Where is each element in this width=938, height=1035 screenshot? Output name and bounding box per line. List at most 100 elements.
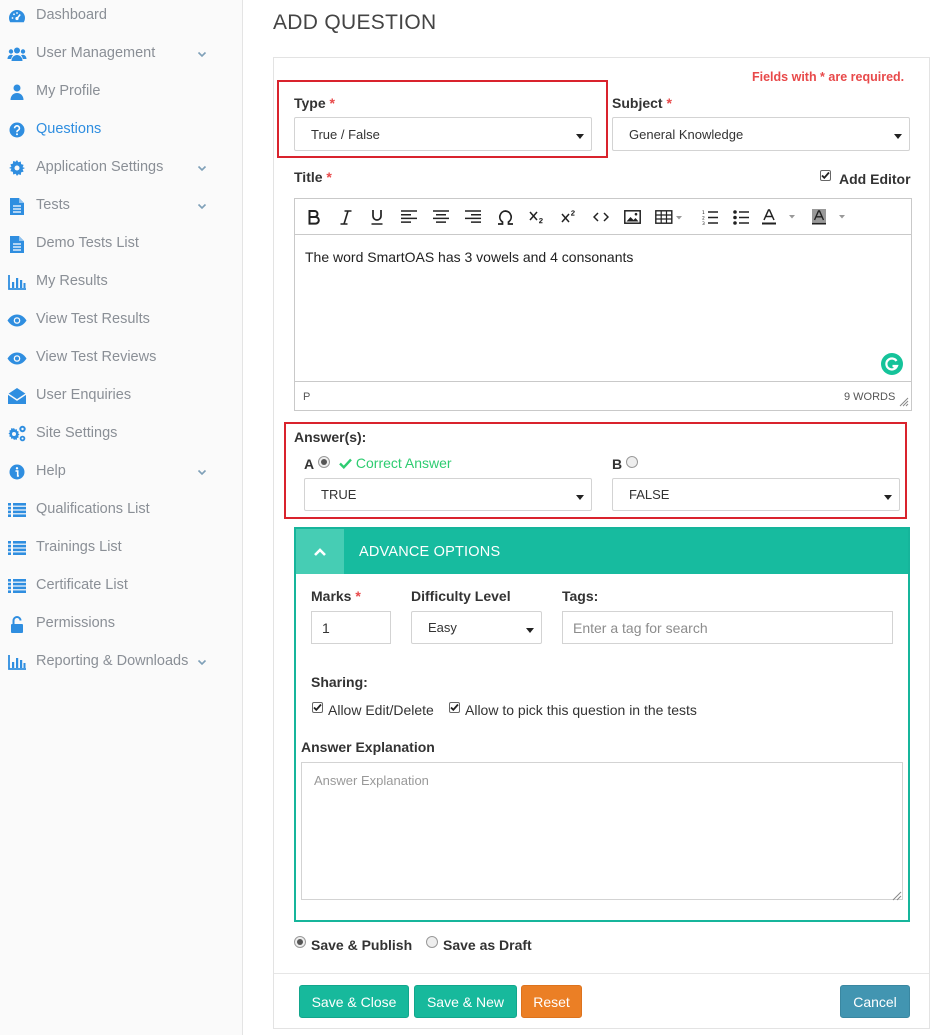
chevron-down-icon (196, 162, 208, 174)
unlock-icon (7, 614, 27, 634)
answer-b-correct-radio[interactable] (626, 456, 638, 468)
collapse-toggle-button[interactable] (296, 529, 344, 574)
sidebar-item-label: Demo Tests List (36, 235, 139, 251)
sidebar-item-application-settings[interactable]: Application Settings (0, 149, 242, 187)
sidebar-item-tests[interactable]: Tests (0, 187, 242, 225)
save-draft-radio[interactable] (426, 936, 438, 948)
align-left-icon[interactable] (398, 206, 420, 228)
sidebar-item-demo-tests-list[interactable]: Demo Tests List (0, 225, 242, 263)
type-select-value: True / False (311, 126, 380, 142)
sidebar-item-label: Trainings List (36, 539, 122, 555)
sidebar-item-my-results[interactable]: My Results (0, 263, 242, 301)
chevron-down-icon (196, 200, 208, 212)
chevron-down-icon (196, 466, 208, 478)
bold-icon[interactable] (303, 206, 325, 228)
save-publish-radio[interactable] (294, 936, 306, 948)
save-close-button[interactable]: Save & Close (299, 985, 409, 1018)
sidebar-item-label: Certificate List (36, 577, 128, 593)
sidebar-item-label: Help (36, 463, 66, 479)
sidebar-item-label: Site Settings (36, 425, 118, 441)
sidebar-item-reporting-downloads[interactable]: Reporting & Downloads (0, 643, 242, 681)
eye-icon (7, 348, 27, 368)
eye-icon (7, 310, 27, 330)
superscript-icon[interactable] (558, 206, 580, 228)
cogs-icon (7, 424, 27, 444)
difficulty-level-value: Easy (428, 620, 457, 635)
answer-explanation-placeholder: Answer Explanation (314, 773, 429, 788)
sidebar-item-trainings-list[interactable]: Trainings List (0, 529, 242, 567)
type-select[interactable]: True / False (294, 117, 592, 151)
sidebar-item-certificate-list[interactable]: Certificate List (0, 567, 242, 605)
add-editor-label: Add Editor (839, 171, 911, 187)
sidebar-item-label: Tests (36, 197, 70, 213)
answer-a-value: TRUE (321, 487, 357, 502)
sidebar: Dashboard User Management My Profile Que… (0, 0, 243, 1035)
sidebar-item-label: Application Settings (36, 159, 164, 175)
resize-handle-icon[interactable] (899, 397, 909, 410)
cancel-button[interactable]: Cancel (840, 985, 910, 1018)
sidebar-item-view-test-results[interactable]: View Test Results (0, 301, 242, 339)
sidebar-item-site-settings[interactable]: Site Settings (0, 415, 242, 453)
image-icon[interactable] (621, 206, 643, 228)
subject-select-value: General Knowledge (629, 126, 744, 142)
resize-handle-icon[interactable] (892, 889, 902, 904)
subject-select[interactable]: General Knowledge (612, 117, 910, 151)
numbered-list-icon[interactable]: 123 (699, 206, 721, 228)
sidebar-item-label: Permissions (36, 615, 115, 631)
save-new-button[interactable]: Save & New (414, 985, 517, 1018)
chevron-down-icon (196, 48, 208, 60)
difficulty-level-select[interactable]: Easy (411, 611, 542, 644)
sidebar-item-label: Questions (36, 121, 102, 137)
italic-icon[interactable] (335, 206, 357, 228)
sidebar-item-dashboard[interactable]: Dashboard (0, 0, 242, 35)
special-character-icon[interactable] (494, 206, 516, 228)
answer-explanation-textarea[interactable]: Answer Explanation (301, 762, 903, 901)
reset-button[interactable]: Reset (521, 985, 582, 1018)
sidebar-item-user-management[interactable]: User Management (0, 35, 242, 73)
answers-label: Answer(s): (294, 429, 367, 445)
check-icon (339, 458, 352, 470)
svg-text:3: 3 (702, 221, 705, 225)
tags-input[interactable]: Enter a tag for search (562, 611, 893, 644)
chevron-up-icon (314, 547, 326, 556)
bullet-list-icon[interactable] (730, 206, 752, 228)
answer-b-select[interactable]: FALSE (612, 478, 900, 511)
align-center-icon[interactable] (430, 206, 452, 228)
answer-b-value: FALSE (629, 487, 670, 502)
align-right-icon[interactable] (462, 206, 484, 228)
text-color-icon[interactable] (761, 206, 801, 228)
answer-a-correct-radio[interactable] (318, 456, 330, 468)
title-label: Title * (294, 169, 332, 185)
marks-input[interactable]: 1 (311, 611, 391, 644)
sidebar-item-my-profile[interactable]: My Profile (0, 73, 242, 111)
sidebar-item-user-enquiries[interactable]: User Enquiries (0, 377, 242, 415)
required-fields-note: Fields with * are required. (752, 70, 905, 84)
subscript-icon[interactable] (526, 206, 548, 228)
answer-a-select[interactable]: TRUE (304, 478, 592, 511)
answer-b-letter: B (612, 456, 623, 472)
table-icon[interactable] (653, 206, 687, 228)
advance-options-header[interactable]: ADVANCE OPTIONS (296, 529, 908, 574)
word-count: 9 WORDS (844, 391, 896, 403)
sidebar-item-view-test-reviews[interactable]: View Test Reviews (0, 339, 242, 377)
sidebar-item-questions[interactable]: Questions (0, 111, 242, 149)
sidebar-item-qualifications-list[interactable]: Qualifications List (0, 491, 242, 529)
sidebar-item-permissions[interactable]: Permissions (0, 605, 242, 643)
info-circle-icon (7, 462, 27, 482)
add-editor-checkbox[interactable] (820, 170, 831, 181)
sidebar-item-help[interactable]: Help (0, 453, 242, 491)
user-icon (7, 82, 27, 102)
allow-pick-checkbox[interactable] (449, 702, 460, 713)
sidebar-item-label: My Results (36, 273, 108, 289)
element-path: P (303, 391, 311, 403)
grammarly-icon[interactable] (881, 353, 903, 375)
file-text-icon (7, 234, 27, 254)
underline-icon[interactable] (366, 206, 388, 228)
bar-chart-icon (7, 652, 27, 672)
editor-content[interactable]: The word SmartOAS has 3 vowels and 4 con… (305, 249, 633, 265)
save-draft-label: Save as Draft (443, 937, 532, 953)
source-code-icon[interactable] (590, 206, 612, 228)
checkmark-icon (313, 703, 322, 712)
background-color-icon[interactable] (811, 206, 851, 228)
allow-edit-checkbox[interactable] (312, 702, 323, 713)
